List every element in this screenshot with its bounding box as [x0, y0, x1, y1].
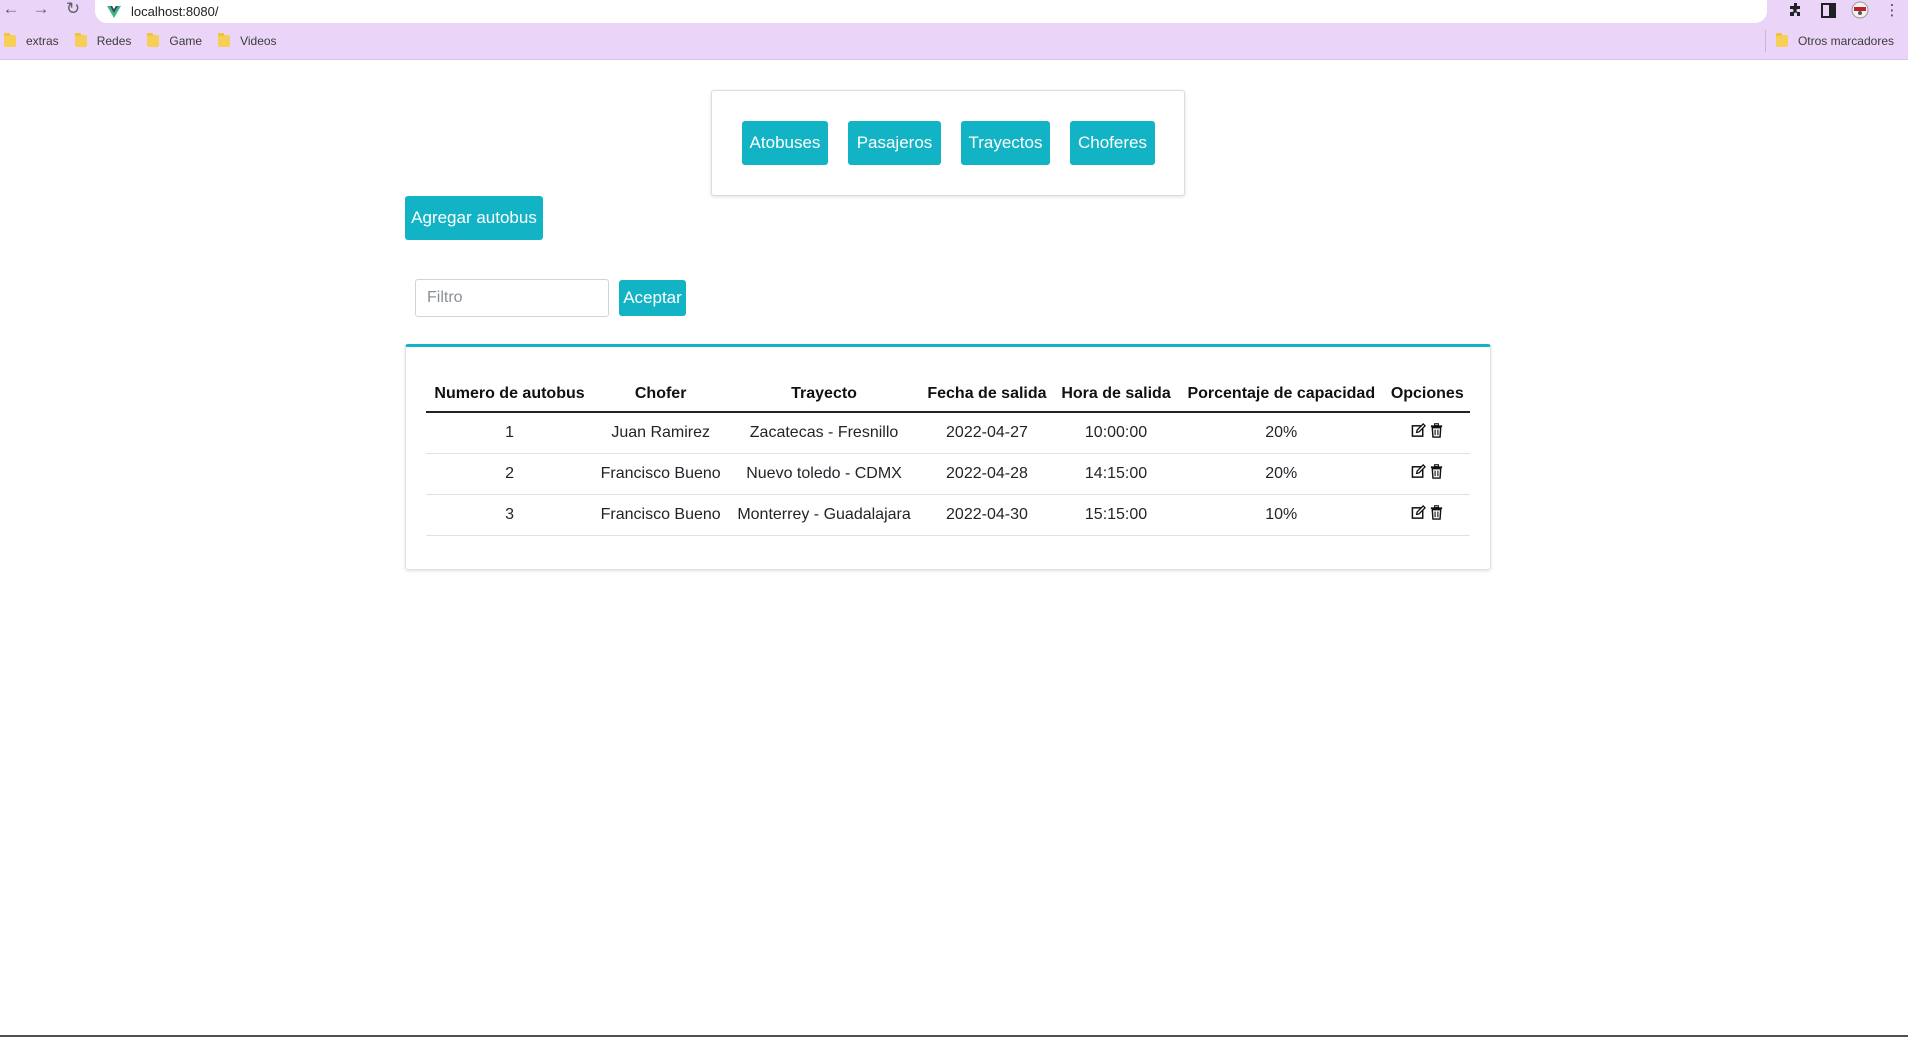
- table-row: 3 Francisco Bueno Monterrey - Guadalajar…: [426, 494, 1470, 536]
- trash-icon[interactable]: [1429, 504, 1444, 520]
- bookmarks-bar: extras Redes Game Videos: [0, 30, 1908, 52]
- choferes-button[interactable]: Choferes: [1070, 121, 1155, 165]
- folder-icon: [74, 33, 87, 47]
- bookmark-game[interactable]: Game: [147, 33, 203, 48]
- table-row: 2 Francisco Bueno Nuevo toledo - CDMX 20…: [426, 453, 1470, 495]
- cell-driver: Francisco Bueno: [593, 453, 729, 495]
- add-bus-button[interactable]: Agregar autobus: [405, 196, 543, 240]
- cell-departure-time: 14:15:00: [1054, 453, 1178, 495]
- folder-icon: [147, 33, 160, 47]
- cell-route: Nuevo toledo - CDMX: [728, 453, 920, 495]
- cell-departure-time: 15:15:00: [1054, 494, 1178, 536]
- cell-capacity: 20%: [1178, 412, 1385, 454]
- cell-departure-time: 10:00:00: [1054, 412, 1178, 454]
- bookmark-label: Game: [169, 34, 203, 48]
- browser-toolbar: ← → ↻ localhost:8080/ ⋮ extras Redes Gam…: [0, 0, 1908, 60]
- cell-options: [1384, 494, 1470, 536]
- table-row: 1 Juan Ramirez Zacatecas - Fresnillo 202…: [426, 412, 1470, 454]
- bookmark-videos[interactable]: Videos: [218, 33, 277, 48]
- bookmark-label: extras: [26, 34, 59, 48]
- folder-icon: [218, 33, 231, 47]
- cell-capacity: 10%: [1178, 494, 1385, 536]
- cell-capacity: 20%: [1178, 453, 1385, 495]
- cell-route: Monterrey - Guadalajara: [728, 494, 920, 536]
- other-bookmarks[interactable]: Otros marcadores: [1764, 30, 1894, 52]
- header-departure-date: Fecha de salida: [919, 376, 1055, 413]
- address-bar[interactable]: localhost:8080/: [95, 0, 1767, 23]
- header-bus-number: Numero de autobus: [426, 376, 594, 413]
- bookmark-redes[interactable]: Redes: [74, 33, 132, 48]
- menu-icon[interactable]: ⋮: [1876, 0, 1908, 20]
- pasajeros-button[interactable]: Pasajeros: [848, 121, 941, 165]
- cell-bus-number: 1: [426, 412, 594, 454]
- extensions-icon[interactable]: [1780, 0, 1812, 20]
- folder-icon: [1775, 33, 1788, 47]
- atobuses-button[interactable]: Atobuses: [742, 121, 828, 165]
- bookmark-label: Videos: [240, 34, 277, 48]
- filter-input[interactable]: [415, 279, 609, 317]
- edit-icon[interactable]: [1411, 422, 1426, 438]
- vue-site-icon: [107, 5, 121, 19]
- url-text: localhost:8080/: [131, 4, 219, 19]
- side-panel-icon[interactable]: [1812, 0, 1844, 20]
- profile-avatar[interactable]: [1844, 0, 1876, 20]
- cell-departure-date: 2022-04-30: [919, 494, 1055, 536]
- forward-icon[interactable]: →: [30, 0, 52, 20]
- edit-icon[interactable]: [1411, 463, 1426, 479]
- folder-icon: [4, 33, 16, 47]
- cell-departure-date: 2022-04-28: [919, 453, 1055, 495]
- cell-options: [1384, 453, 1470, 495]
- nav-card: Atobuses Pasajeros Trayectos Choferes: [711, 90, 1185, 196]
- trash-icon[interactable]: [1429, 463, 1444, 479]
- cell-driver: Juan Ramirez: [593, 412, 729, 454]
- header-route: Trayecto: [728, 376, 920, 413]
- cell-bus-number: 3: [426, 494, 594, 536]
- table-header-row: Numero de autobus Chofer Trayecto Fecha …: [426, 376, 1470, 413]
- bookmark-label: Redes: [96, 34, 132, 48]
- accept-button[interactable]: Aceptar: [619, 280, 686, 316]
- bookmark-extras[interactable]: extras: [4, 33, 59, 48]
- trash-icon[interactable]: [1429, 422, 1444, 438]
- cell-driver: Francisco Bueno: [593, 494, 729, 536]
- header-options: Opciones: [1384, 376, 1470, 413]
- trayectos-button[interactable]: Trayectos: [961, 121, 1050, 165]
- buses-table: Numero de autobus Chofer Trayecto Fecha …: [426, 376, 1470, 536]
- cell-departure-date: 2022-04-27: [919, 412, 1055, 454]
- buses-table-card: Numero de autobus Chofer Trayecto Fecha …: [405, 344, 1491, 570]
- bookmark-label: Otros marcadores: [1797, 34, 1894, 48]
- back-icon[interactable]: ←: [0, 0, 22, 20]
- cell-route: Zacatecas - Fresnillo: [728, 412, 920, 454]
- cell-bus-number: 2: [426, 453, 594, 495]
- reload-icon[interactable]: ↻: [62, 0, 84, 20]
- header-capacity: Porcentaje de capacidad: [1178, 376, 1385, 413]
- header-departure-time: Hora de salida: [1054, 376, 1178, 413]
- cell-options: [1384, 412, 1470, 454]
- header-driver: Chofer: [593, 376, 729, 413]
- edit-icon[interactable]: [1411, 504, 1426, 520]
